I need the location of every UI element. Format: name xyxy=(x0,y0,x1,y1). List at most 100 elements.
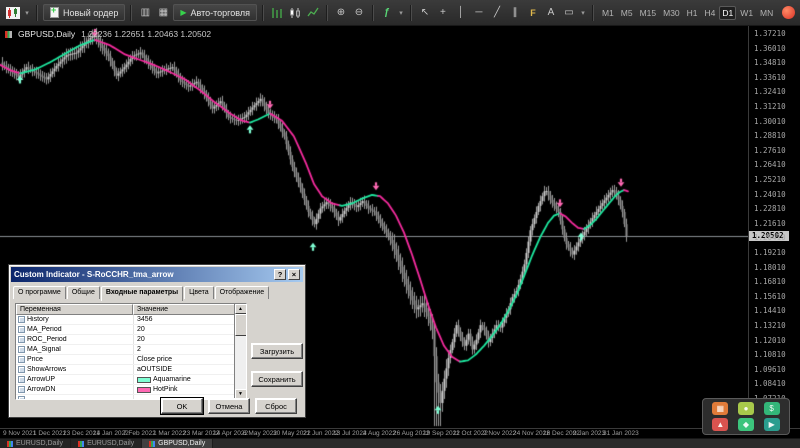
timeframe-w1[interactable]: W1 xyxy=(737,6,756,20)
dialog-tabs: О программеОбщиеВходные параметрыЦветаОт… xyxy=(13,286,301,301)
horizontal-line-icon[interactable]: ─ xyxy=(471,4,487,22)
chart-ohlc-values: 1.22236 1.22651 1.20463 1.20502 xyxy=(81,29,211,39)
timeframe-m1[interactable]: M1 xyxy=(599,6,617,20)
time-axis[interactable]: 9 Nov 20211 Dec 202123 Dec 202114 Jan 20… xyxy=(0,428,800,438)
price-label: 1.28810 xyxy=(754,131,786,140)
scroll-up-icon[interactable]: ▲ xyxy=(235,304,247,314)
shapes-icon[interactable]: ▭ xyxy=(561,4,577,22)
line-chart-icon[interactable] xyxy=(305,4,321,22)
param-row[interactable]: MA_Period20 xyxy=(16,325,246,335)
timeframe-m15[interactable]: M15 xyxy=(637,6,660,20)
account-icon[interactable] xyxy=(780,4,796,22)
param-value: aOUTSIDE xyxy=(133,365,246,374)
panel-stats-icon[interactable]: ▲ xyxy=(712,418,728,431)
dialog-tab-3[interactable]: Входные параметры xyxy=(101,286,183,301)
param-row[interactable]: ArrowUPAquamarine xyxy=(16,375,246,385)
panel-grid-icon[interactable]: ▦ xyxy=(712,402,728,415)
param-type-icon xyxy=(18,326,25,333)
parameters-table[interactable]: Переменная Значение History3456MA_Period… xyxy=(15,303,247,400)
save-button[interactable]: Сохранить xyxy=(251,371,303,387)
time-label: 1 Mar 2022 xyxy=(153,430,186,437)
column-header-variable[interactable]: Переменная xyxy=(16,304,133,315)
close-icon[interactable]: × xyxy=(288,269,300,280)
param-value: Aquamarine xyxy=(133,375,246,384)
indicators-caret[interactable]: ▾ xyxy=(397,4,405,22)
chart-tab-3[interactable]: GBPUSD,Daily xyxy=(142,439,213,448)
price-axis[interactable]: 1.20502 1.372101.360101.348101.336101.32… xyxy=(748,26,800,428)
scroll-thumb[interactable] xyxy=(235,314,247,336)
zoom-out-icon[interactable]: ⊖ xyxy=(351,4,367,22)
price-label: 1.09610 xyxy=(754,365,786,374)
chart-dropdown-caret[interactable]: ▾ xyxy=(23,4,31,22)
price-label: 1.22810 xyxy=(754,204,786,213)
param-row[interactable]: ROC_Period20 xyxy=(16,335,246,345)
param-row[interactable]: MA_Signal2 xyxy=(16,345,246,355)
reset-button[interactable]: Сброс xyxy=(255,398,297,414)
ok-button[interactable]: OK xyxy=(161,398,203,414)
param-value: 3456 xyxy=(133,315,246,324)
price-label: 1.26410 xyxy=(754,160,786,169)
indicators-icon[interactable]: ƒ xyxy=(379,4,395,22)
cursor-icon[interactable]: ↖ xyxy=(417,4,433,22)
dialog-tab-5[interactable]: Отображение xyxy=(215,286,270,299)
timeframe-h1[interactable]: H1 xyxy=(684,6,701,20)
market-watch-icon[interactable]: ▥ xyxy=(137,4,153,22)
price-label: 1.30010 xyxy=(754,117,786,126)
column-header-value[interactable]: Значение xyxy=(133,304,235,315)
fibonacci-icon[interactable]: F xyxy=(525,4,541,22)
timeframe-h4[interactable]: H4 xyxy=(702,6,719,20)
price-label: 1.27610 xyxy=(754,146,786,155)
param-scrollbar[interactable]: ▲ ▼ xyxy=(234,304,246,399)
time-label: 9 Jan 2023 xyxy=(573,430,605,437)
tools-caret[interactable]: ▾ xyxy=(579,4,587,22)
panel-candle-icon[interactable]: ◆ xyxy=(738,418,754,431)
zoom-in-icon[interactable]: ⊕ xyxy=(333,4,349,22)
price-label: 1.13210 xyxy=(754,321,786,330)
dialog-tab-4[interactable]: Цвета xyxy=(184,286,214,299)
param-row[interactable]: PriceClose price xyxy=(16,355,246,365)
dialog-tab-1[interactable]: О программе xyxy=(13,286,66,299)
new-order-button[interactable]: Новый ордер xyxy=(43,4,125,21)
timeframe-d1[interactable]: D1 xyxy=(719,6,736,20)
candle-chart-icon[interactable] xyxy=(287,4,303,22)
timeframe-m5[interactable]: M5 xyxy=(618,6,636,20)
help-button[interactable]: ? xyxy=(274,269,286,280)
price-label: 1.19210 xyxy=(754,248,786,257)
quick-panel: ▦ ● $ ▲ ◆ ▶ xyxy=(702,398,790,435)
channel-icon[interactable]: ∥ xyxy=(507,4,523,22)
param-row[interactable]: ShowArrowsaOUTSIDE xyxy=(16,365,246,375)
time-label: 6 May 2022 xyxy=(243,430,277,437)
vertical-line-icon[interactable]: │ xyxy=(453,4,469,22)
timeframe-mn[interactable]: MN xyxy=(757,6,776,20)
chart-tab-1[interactable]: EURUSD,Daily xyxy=(0,439,71,448)
param-type-icon xyxy=(18,386,25,393)
symbol-icon xyxy=(5,31,12,38)
new-chart-icon[interactable] xyxy=(5,4,21,22)
panel-coins-icon[interactable]: ● xyxy=(738,402,754,415)
price-label: 1.36010 xyxy=(754,44,786,53)
dialog-titlebar[interactable]: Custom Indicator - S-RoCCHR_tma_arrow ? … xyxy=(11,267,303,282)
chart-tab-2[interactable]: EURUSD,Daily xyxy=(71,439,142,448)
terminal-icon[interactable]: ▦ xyxy=(155,4,171,22)
panel-globe-icon[interactable]: ▶ xyxy=(764,418,780,431)
crosshair-icon[interactable]: + xyxy=(435,4,451,22)
price-label: 1.25210 xyxy=(754,175,786,184)
table-header: Переменная Значение xyxy=(16,304,246,315)
time-label: 13 Jul 2022 xyxy=(333,430,367,437)
text-tool-icon[interactable]: A xyxy=(543,4,559,22)
play-icon: ▶ xyxy=(180,8,186,17)
timeframe-m30[interactable]: M30 xyxy=(660,6,683,20)
toolbar-separator xyxy=(36,5,38,21)
dialog-tab-2[interactable]: Общие xyxy=(67,286,100,299)
param-row[interactable]: History3456 xyxy=(16,315,246,325)
bar-chart-icon[interactable] xyxy=(269,4,285,22)
panel-cash-icon[interactable]: $ xyxy=(764,402,780,415)
top-toolbar: ▾ Новый ордер ▥ ▦ ▶ Авто-торговля ⊕ ⊖ ƒ … xyxy=(0,0,800,26)
param-row[interactable]: ArrowDNHotPink xyxy=(16,385,246,395)
indicator-dialog[interactable]: Custom Indicator - S-RoCCHR_tma_arrow ? … xyxy=(8,264,306,418)
cancel-button[interactable]: Отмена xyxy=(208,398,250,414)
chart-title: GBPUSD,Daily 1.22236 1.22651 1.20463 1.2… xyxy=(5,29,211,39)
autotrade-button[interactable]: ▶ Авто-торговля xyxy=(173,4,257,21)
trendline-icon[interactable]: ╱ xyxy=(489,4,505,22)
load-button[interactable]: Загрузить xyxy=(251,343,303,359)
